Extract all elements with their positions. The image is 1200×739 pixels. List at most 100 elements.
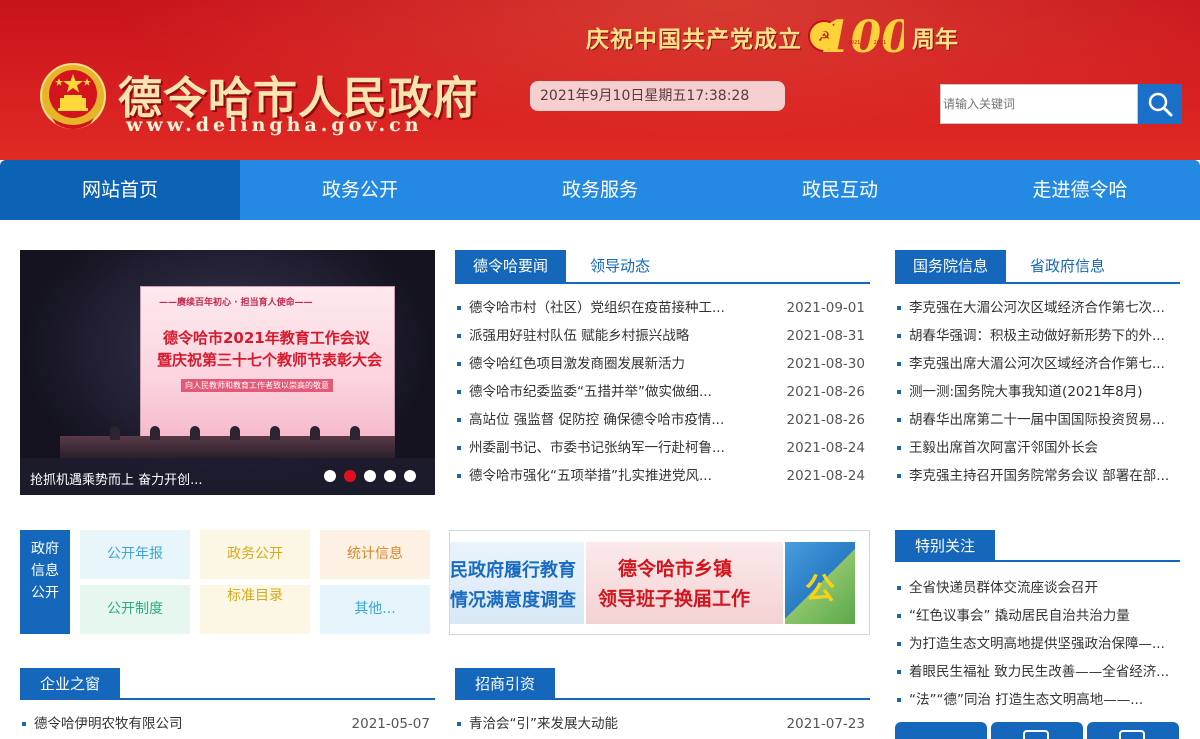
site-header: 德令哈市人民政府 www.delingha.gov.cn 庆祝中国共产党成立 ☭… [0, 0, 1200, 160]
list-item[interactable]: 测一测:国务院大事我知道(2021年8月) [895, 378, 1180, 406]
slide-slogan: ——赓续百年初心 · 担当育人使命—— [159, 298, 313, 308]
list-item[interactable]: 胡春华强调：积极主动做好新形势下的外... [895, 322, 1180, 350]
list-item[interactable]: “红色议事会” 撬动居民自治共治力量 [895, 602, 1180, 630]
service-shortcut-button[interactable] [991, 722, 1083, 739]
tile-gov-affairs[interactable]: 政务公开 [200, 530, 310, 579]
news-item[interactable]: 德令哈市纪委监委“五措并举”做实做细... 2021-08-26 [455, 378, 865, 406]
national-emblem-icon [40, 63, 106, 129]
carousel-caption[interactable]: 抢抓机遇乘势而上 奋力开创... [30, 469, 203, 488]
news-item[interactable]: 州委副书记、市委书记张纳军一行赴柯鲁... 2021-08-24 [455, 434, 865, 462]
special-heading-bar: 特别关注 [895, 530, 1180, 562]
nav-gov-services[interactable]: 政务服务 [480, 160, 720, 220]
service-shortcut-button[interactable] [1087, 722, 1179, 739]
slide-title-line3: 向人民教师和教育工作者致以崇高的敬意 [181, 379, 333, 392]
search-input[interactable] [940, 84, 1138, 124]
shortcut-icon [1119, 730, 1145, 739]
news-item[interactable]: 德令哈市强化“五项举措”扎实推进党风... 2021-08-24 [455, 462, 865, 490]
badge-year-left: 1921 [848, 40, 861, 46]
enterprise-list: 德令哈伊明农牧有限公司 2021-05-07 [20, 710, 430, 738]
slide-title-line1: 德令哈市2021年教育工作会议 [163, 329, 370, 347]
banner-public-text: 公 [805, 572, 835, 607]
news-list: 德令哈市村（社区）党组织在疫苗接种工... 2021-09-01 派强用好驻村队伍… [455, 294, 865, 490]
enterprise-heading-bar: 企业之窗 [20, 668, 435, 700]
anniversary-number: 100 [820, 12, 904, 63]
banner-survey-line1: 民政府履行教育 [450, 560, 576, 581]
tile-annual-report[interactable]: 公开年报 [80, 530, 190, 579]
carousel-dot[interactable] [364, 470, 376, 482]
banner-election-line2: 领导班子换届工作 [598, 588, 751, 610]
investment-list: 青洽会“引”来发展大动能 2021-07-23 [455, 710, 865, 738]
stage-person [110, 426, 120, 440]
news-tabs: 德令哈要闻 领导动态 [455, 250, 870, 284]
carousel-dots [324, 470, 416, 482]
stage-person [230, 426, 240, 440]
main-nav: 网站首页 政务公开 政务服务 政民互动 走进德令哈 [0, 160, 1200, 220]
list-item[interactable]: 全省快递员群体交流座谈会召开 [895, 574, 1180, 602]
special-list: 全省快递员群体交流座谈会召开 “红色议事会” 撬动居民自治共治力量 为打造生态文… [895, 574, 1180, 714]
service-shortcut-button[interactable] [895, 722, 987, 739]
tile-others[interactable]: 其他... [320, 585, 430, 634]
tile-disclosure-rules[interactable]: 公开制度 [80, 585, 190, 634]
state-council-list: 李克强在大湄公河次区域经济合作第七次... 胡春华强调：积极主动做好新形势下的外… [895, 294, 1180, 490]
gov-info-label: 政府信息公开 [20, 530, 70, 634]
carousel-slide-image: ——赓续百年初心 · 担当育人使命—— 德令哈市2021年教育工作会议 暨庆祝第… [140, 286, 395, 441]
list-item[interactable]: 李克强出席大湄公河次区域经济合作第七... [895, 350, 1180, 378]
site-url: www.delingha.gov.cn [126, 114, 423, 136]
tile-standard-catalog-label: 标准目录 [227, 588, 283, 604]
investment-heading[interactable]: 招商引资 [455, 668, 556, 700]
enterprise-heading[interactable]: 企业之窗 [20, 668, 121, 700]
tab-leader-activities[interactable]: 领导动态 [566, 250, 674, 282]
stage-person [270, 426, 280, 440]
slide-title-line2: 暨庆祝第三十七个教师节表彰大会 [157, 351, 383, 369]
anniversary-slogan: 庆祝中国共产党成立 [586, 27, 802, 53]
carousel-dot[interactable] [384, 470, 396, 482]
banner-survey-line2: 情况满意度调查 [450, 590, 576, 611]
list-item[interactable]: 胡春华出席第二十一届中国国际投资贸易... [895, 406, 1180, 434]
state-council-tabs: 国务院信息 省政府信息 [895, 250, 1180, 284]
banner-election[interactable]: 德令哈市乡镇 领导班子换届工作 [586, 542, 783, 624]
news-item[interactable]: 德令哈红色项目激发商圈发展新活力 2021-08-30 [455, 350, 865, 378]
tab-delingha-news[interactable]: 德令哈要闻 [455, 250, 567, 282]
badge-year-right: 2021 [874, 40, 887, 46]
list-item[interactable]: 着眼民生福祉 致力民生改善——全省经济... [895, 658, 1180, 686]
carousel-dot[interactable] [404, 470, 416, 482]
nav-about-delingha[interactable]: 走进德令哈 [960, 160, 1200, 220]
news-item[interactable]: 德令哈市村（社区）党组织在疫苗接种工... 2021-09-01 [455, 294, 865, 322]
anniversary-suffix: 周年 [912, 27, 958, 53]
shortcut-icon [1023, 730, 1049, 739]
tab-state-council-info[interactable]: 国务院信息 [895, 250, 1007, 282]
stage-person [310, 426, 320, 440]
gov-info-label-text: 政府信息公开 [31, 541, 59, 601]
news-item[interactable]: 派强用好驻村队伍 赋能乡村振兴战略 2021-08-31 [455, 322, 865, 350]
nav-interaction[interactable]: 政民互动 [720, 160, 960, 220]
investment-heading-bar: 招商引资 [455, 668, 870, 700]
list-item[interactable]: 王毅出席首次阿富汗邻国外长会 [895, 434, 1180, 462]
tile-statistics[interactable]: 统计信息 [320, 530, 430, 579]
current-datetime: 2021年9月10日星期五17:38:28 [530, 81, 785, 111]
banner-election-line1: 德令哈市乡镇 [618, 558, 733, 580]
banner-survey[interactable]: 民政府履行教育 情况满意度调查 [450, 542, 584, 624]
list-item[interactable]: 为打造生态文明高地提供坚强政治保障—... [895, 630, 1180, 658]
stage-person [190, 426, 200, 440]
list-item[interactable]: “法”“德”同治 打造生态文明高地——... [895, 686, 1180, 714]
stage-person [150, 426, 160, 440]
stage-person [350, 426, 360, 440]
search-icon [1148, 92, 1173, 117]
party-100-emblem: ☭ 100 1921 2021 [808, 12, 904, 63]
carousel-dot[interactable] [324, 470, 336, 482]
tile-standard-catalog[interactable]: 标准目录 [200, 585, 310, 634]
list-item[interactable]: 德令哈伊明农牧有限公司 2021-05-07 [20, 710, 430, 738]
list-item[interactable]: 李克强在大湄公河次区域经济合作第七次... [895, 294, 1180, 322]
tab-provincial-info[interactable]: 省政府信息 [1006, 250, 1129, 282]
search-button[interactable] [1138, 84, 1182, 124]
special-heading[interactable]: 特别关注 [895, 530, 996, 562]
nav-home[interactable]: 网站首页 [0, 160, 240, 220]
list-item[interactable]: 李克强主持召开国务院常务会议 部署在部... [895, 462, 1180, 490]
news-item[interactable]: 高站位 强监督 促防控 确保德令哈市疫情... 2021-08-26 [455, 406, 865, 434]
banner-public[interactable]: 公 [785, 542, 855, 624]
promo-banner[interactable]: 民政府履行教育 情况满意度调查 德令哈市乡镇 领导班子换届工作 公 [449, 530, 870, 635]
list-item[interactable]: 青洽会“引”来发展大动能 2021-07-23 [455, 710, 865, 738]
nav-gov-affairs[interactable]: 政务公开 [240, 160, 480, 220]
news-carousel[interactable]: ——赓续百年初心 · 担当育人使命—— 德令哈市2021年教育工作会议 暨庆祝第… [20, 250, 435, 495]
carousel-dot-active[interactable] [344, 470, 356, 482]
